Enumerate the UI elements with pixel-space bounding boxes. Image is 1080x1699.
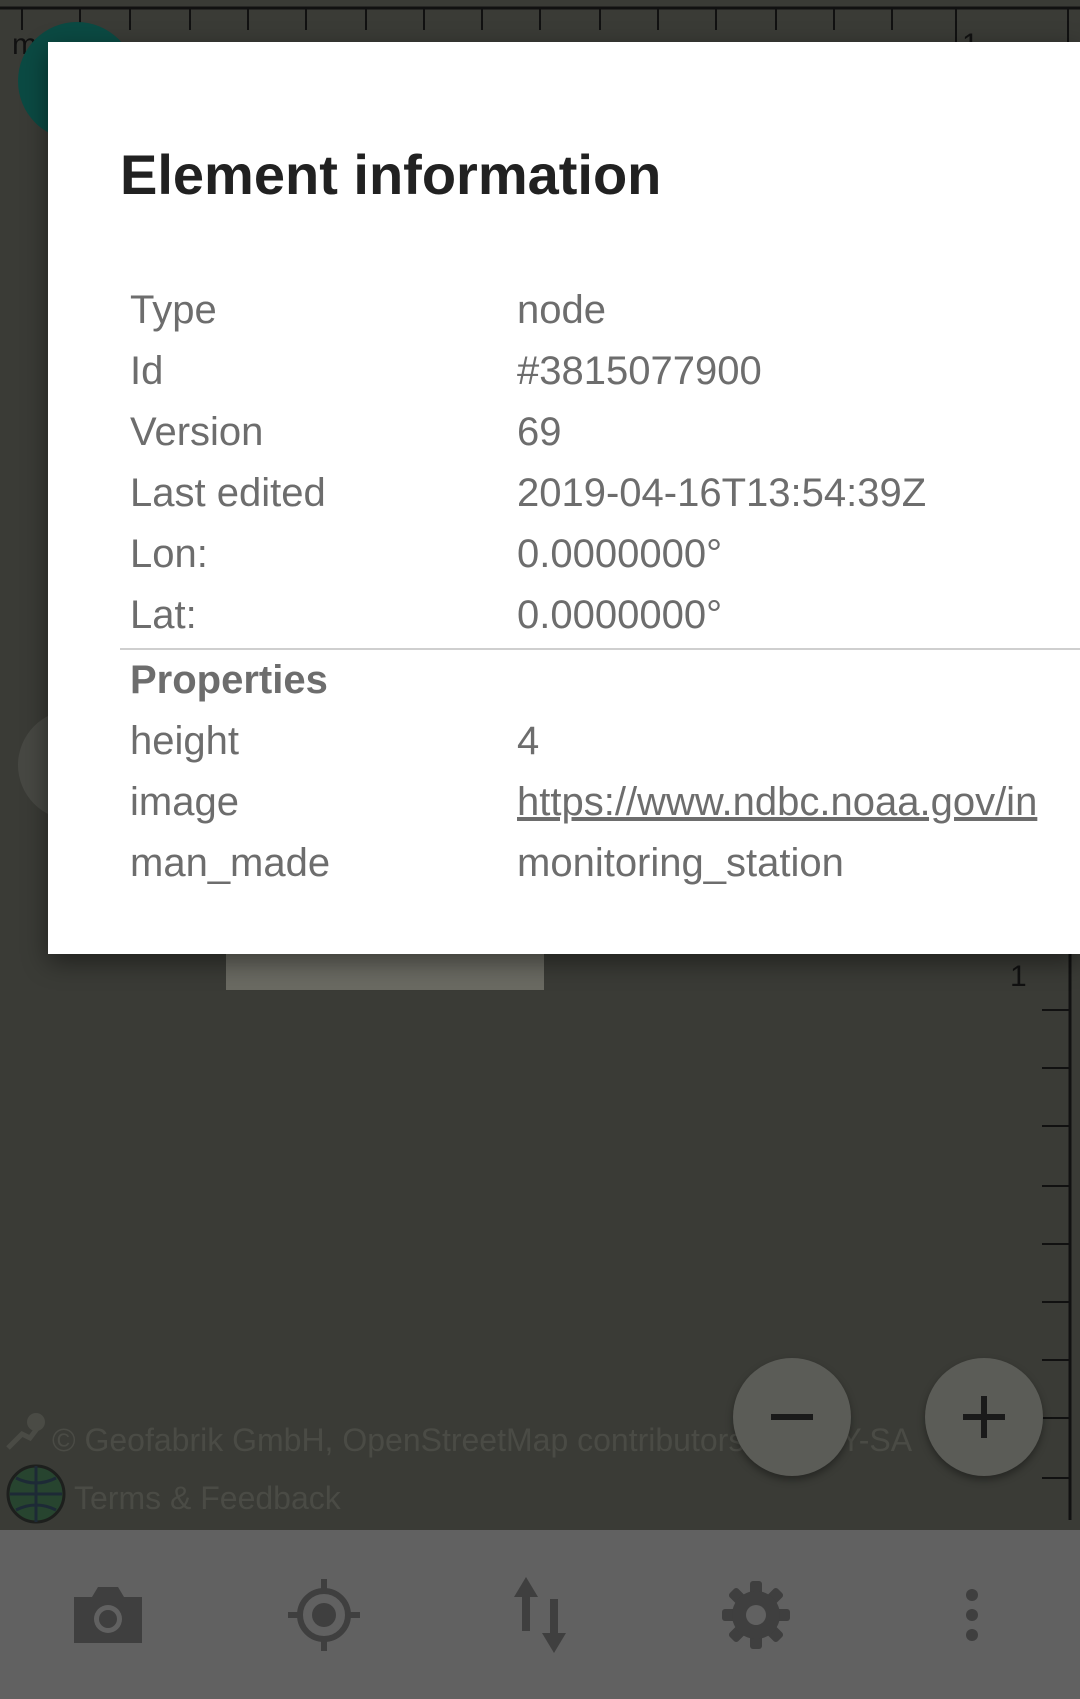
element-information-dialog: Element information Type node Id #381507… xyxy=(48,42,1080,954)
scale-ruler-top xyxy=(0,6,1080,44)
camera-icon xyxy=(74,1586,142,1643)
gps-location-button[interactable] xyxy=(264,1555,384,1675)
zoom-out-button[interactable] xyxy=(733,1358,851,1476)
element-info-list[interactable]: Type node Id #3815077900 Version 69 Last… xyxy=(120,280,1080,925)
info-value: 0.0000000° xyxy=(517,532,723,576)
camera-button[interactable] xyxy=(48,1555,168,1675)
info-label: Lon: xyxy=(130,532,208,576)
properties-header: Properties xyxy=(130,658,328,702)
info-value: 0.0000000° xyxy=(517,593,723,637)
info-label: Last edited xyxy=(130,471,326,515)
info-row-lat: Lat: 0.0000000° xyxy=(120,585,1080,646)
info-label: Type xyxy=(130,288,217,332)
plus-icon xyxy=(963,1396,1005,1438)
info-row-version: Version 69 xyxy=(120,402,1080,463)
overflow-menu-button[interactable] xyxy=(912,1555,1032,1675)
info-value: 69 xyxy=(517,410,562,454)
osm-logo-icon xyxy=(6,1413,45,1450)
info-row-type: Type node xyxy=(120,280,1080,341)
info-value: #3815077900 xyxy=(517,349,762,393)
dialog-title: Element information xyxy=(120,143,662,206)
info-row-lon: Lon: 0.0000000° xyxy=(120,524,1080,585)
property-key: image xyxy=(130,780,239,824)
settings-gear-icon xyxy=(722,1580,790,1649)
image-url-link[interactable]: https://www.ndbc.noaa.gov/in xyxy=(517,780,1037,825)
bottom-toolbar xyxy=(0,1530,1080,1699)
property-value: monitoring_station xyxy=(517,841,844,885)
info-label: Id xyxy=(130,349,164,393)
transfer-icon xyxy=(514,1576,566,1653)
zoom-in-button[interactable] xyxy=(925,1358,1043,1476)
property-value: 4 xyxy=(517,719,540,763)
info-value: 2019-04-16T13:54:39Z xyxy=(517,471,927,515)
info-row-last-edited: Last edited 2019-04-16T13:54:39Z xyxy=(120,463,1080,524)
map-feature xyxy=(226,950,544,990)
globe-icon xyxy=(6,1464,66,1524)
info-row-id: Id #3815077900 xyxy=(120,341,1080,402)
transfer-button[interactable] xyxy=(480,1555,600,1675)
settings-button[interactable] xyxy=(696,1555,816,1675)
overflow-menu-icon xyxy=(966,1588,978,1641)
info-label: Version xyxy=(130,410,264,454)
property-row-cutoff xyxy=(120,894,1080,908)
minus-icon xyxy=(771,1414,813,1420)
info-value: node xyxy=(517,288,606,332)
property-key: man_made xyxy=(130,841,331,885)
property-row-man-made: man_made monitoring_station xyxy=(120,833,1080,894)
property-row-image: image https://www.ndbc.noaa.gov/in xyxy=(120,772,1080,833)
terms-feedback-link[interactable]: Terms & Feedback xyxy=(74,1480,341,1517)
property-key: height xyxy=(130,719,239,763)
property-row-height: height 4 xyxy=(120,711,1080,772)
info-label: Lat: xyxy=(130,593,197,637)
gps-location-icon xyxy=(288,1578,360,1651)
